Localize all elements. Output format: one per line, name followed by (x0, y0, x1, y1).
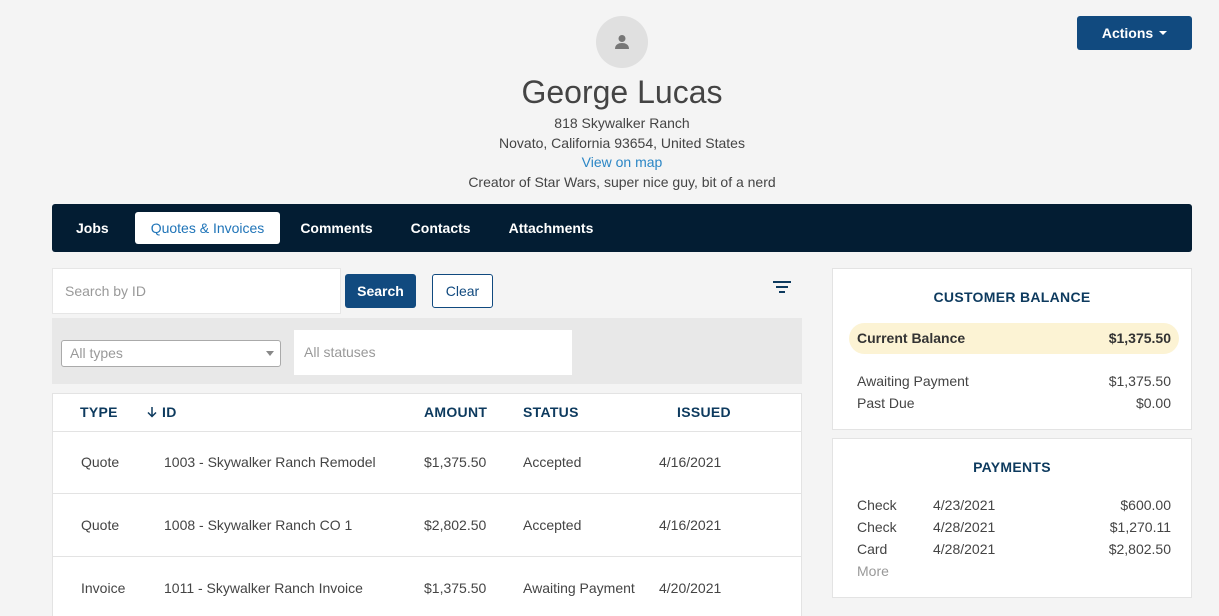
payments-panel: PAYMENTS Check 4/23/2021 $600.00 Check 4… (832, 438, 1192, 598)
column-header-status[interactable]: STATUS (523, 404, 579, 420)
search-input[interactable] (52, 268, 341, 314)
table-row[interactable]: Quote 1008 - Skywalker Ranch CO 1 $2,802… (53, 494, 801, 557)
row-issued: 4/16/2021 (659, 517, 722, 533)
current-balance-row: Current Balance $1,375.50 (849, 323, 1179, 354)
row-amount: $1,375.50 (424, 454, 487, 470)
customer-name: George Lucas (521, 74, 723, 110)
tab-comments[interactable]: Comments (284, 212, 388, 244)
row-type: Quote (81, 454, 120, 470)
customer-balance-panel: CUSTOMER BALANCE Current Balance $1,375.… (832, 268, 1192, 430)
tab-jobs[interactable]: Jobs (60, 212, 125, 244)
tab-attachments[interactable]: Attachments (493, 212, 610, 244)
awaiting-payment-value: $1,375.50 (1108, 373, 1171, 389)
actions-button[interactable]: Actions (1077, 16, 1192, 50)
tab-bar: Jobs Quotes & Invoices Comments Contacts… (52, 204, 1192, 252)
type-select[interactable]: All types (61, 340, 281, 367)
status-select[interactable]: All statuses (294, 330, 572, 375)
row-status: Accepted (523, 454, 582, 470)
sort-descending-icon (147, 407, 157, 418)
table-row[interactable]: Quote 1003 - Skywalker Ranch Remodel $1,… (53, 431, 801, 494)
view-on-map-link[interactable]: View on map (582, 153, 663, 173)
customer-profile: George Lucas 818 Skywalker Ranch Novato,… (0, 70, 1219, 192)
column-header-id-label: ID (162, 404, 177, 420)
past-due-label: Past Due (857, 395, 915, 411)
payment-amount: $600.00 (1120, 497, 1171, 513)
column-header-id[interactable]: ID (146, 404, 177, 420)
table-row[interactable]: Invoice 1011 - Skywalker Ranch Invoice $… (53, 557, 801, 616)
clear-button[interactable]: Clear (432, 274, 493, 308)
payment-method: Card (857, 541, 888, 557)
row-amount: $1,375.50 (424, 580, 487, 596)
chevron-down-icon (266, 351, 274, 356)
customer-balance-title: CUSTOMER BALANCE (933, 289, 1091, 305)
row-type: Invoice (81, 580, 126, 596)
column-header-type[interactable]: TYPE (80, 404, 118, 420)
current-balance-value: $1,375.50 (1108, 330, 1171, 346)
row-amount: $2,802.50 (424, 517, 487, 533)
address-line-1: 818 Skywalker Ranch (554, 115, 690, 131)
row-issued: 4/16/2021 (659, 454, 722, 470)
past-due-value: $0.00 (1135, 395, 1171, 411)
tab-contacts[interactable]: Contacts (395, 212, 487, 244)
actions-label: Actions (1101, 25, 1154, 41)
column-header-amount[interactable]: AMOUNT (424, 404, 487, 420)
quotes-invoices-table: TYPE ID AMOUNT STATUS ISSUED Quote 1003 … (52, 393, 802, 616)
awaiting-payment-label: Awaiting Payment (857, 373, 969, 389)
payment-date: 4/23/2021 (933, 497, 996, 513)
payment-date: 4/28/2021 (933, 519, 996, 535)
person-icon (615, 35, 629, 49)
row-id: 1008 - Skywalker Ranch CO 1 (164, 517, 353, 533)
filter-icon[interactable] (772, 279, 792, 295)
tab-quotes-invoices[interactable]: Quotes & Invoices (134, 212, 281, 244)
current-balance-label: Current Balance (857, 330, 966, 346)
payment-amount: $1,270.11 (1109, 519, 1171, 535)
column-header-issued[interactable]: ISSUED (677, 404, 731, 420)
customer-description: Creator of Star Wars, super nice guy, bi… (468, 173, 776, 190)
caret-down-icon (1159, 31, 1168, 35)
search-button[interactable]: Search (345, 274, 416, 308)
status-select-placeholder: All statuses (304, 344, 376, 360)
row-id: 1003 - Skywalker Ranch Remodel (164, 454, 376, 470)
payments-title: PAYMENTS (973, 459, 1051, 475)
row-id: 1011 - Skywalker Ranch Invoice (164, 580, 363, 596)
type-select-value: All types (70, 345, 123, 361)
address-line-2: Novato, California 93654, United States (499, 134, 745, 151)
row-status: Awaiting Payment (523, 580, 635, 596)
payment-amount: $2,802.50 (1108, 541, 1171, 557)
more-payments-link[interactable]: More (857, 563, 889, 579)
payment-date: 4/28/2021 (933, 541, 996, 557)
avatar (596, 16, 648, 68)
row-status: Accepted (523, 517, 582, 533)
payment-method: Check (857, 497, 897, 513)
payment-method: Check (857, 519, 897, 535)
row-issued: 4/20/2021 (659, 580, 722, 596)
row-type: Quote (81, 517, 120, 533)
